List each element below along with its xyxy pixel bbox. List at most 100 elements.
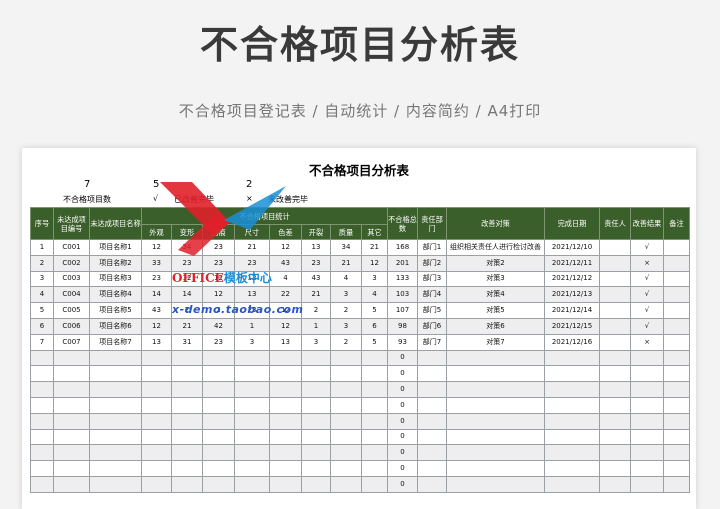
cell-code[interactable] — [53, 365, 90, 383]
cell-owner[interactable] — [599, 239, 631, 256]
cell-owner[interactable] — [599, 381, 631, 398]
cell-defect-count[interactable]: 23 — [141, 270, 172, 288]
cell-defect-count[interactable] — [202, 412, 235, 430]
cell-date[interactable]: 2021/12/15 — [544, 317, 600, 335]
cell-defect-count[interactable]: 23 — [301, 254, 331, 272]
cell-total[interactable]: 0 — [387, 396, 418, 414]
cell-total[interactable]: 168 — [387, 239, 418, 256]
cell-name[interactable]: 项目名称1 — [89, 239, 142, 256]
cell-date[interactable] — [544, 428, 600, 446]
cell-defect-count[interactable] — [301, 412, 331, 430]
cell-code[interactable] — [53, 349, 90, 367]
cell-total[interactable]: 0 — [387, 381, 418, 398]
cell-seq[interactable]: 6 — [30, 317, 54, 335]
cell-defect-count[interactable]: 6 — [361, 317, 388, 335]
cell-code[interactable]: C004 — [53, 286, 90, 304]
cell-owner[interactable] — [599, 333, 631, 351]
cell-defect-count[interactable] — [171, 412, 203, 430]
cell-owner[interactable] — [599, 349, 631, 367]
cell-date[interactable] — [544, 412, 600, 430]
cell-total[interactable]: 0 — [387, 365, 418, 383]
cell-defect-count[interactable] — [301, 349, 331, 367]
cell-defect-count[interactable]: 42 — [202, 317, 235, 335]
cell-measure[interactable]: 对策2 — [446, 254, 545, 272]
cell-dept[interactable] — [417, 365, 447, 383]
cell-total[interactable]: 0 — [387, 412, 418, 430]
cell-note[interactable] — [663, 412, 690, 430]
cell-defect-count[interactable] — [234, 396, 270, 414]
cell-result[interactable]: × — [630, 333, 664, 351]
cell-defect-count[interactable]: 2 — [330, 302, 362, 319]
cell-code[interactable] — [53, 475, 90, 493]
cell-defect-count[interactable]: 13 — [269, 333, 302, 351]
cell-defect-count[interactable]: 13 — [141, 333, 172, 351]
cell-seq[interactable]: 5 — [30, 302, 54, 319]
cell-defect-count[interactable] — [330, 381, 362, 398]
cell-dept[interactable]: 部门2 — [417, 254, 447, 272]
cell-defect-count[interactable]: 4 — [330, 270, 362, 288]
cell-measure[interactable]: 对策3 — [446, 270, 545, 288]
cell-defect-count[interactable]: 12 — [202, 270, 235, 288]
cell-defect-count[interactable]: 23 — [234, 254, 270, 272]
cell-defect-count[interactable] — [301, 460, 331, 477]
cell-result[interactable]: × — [630, 254, 664, 272]
cell-seq[interactable] — [30, 396, 54, 414]
cell-defect-count[interactable] — [301, 365, 331, 383]
cell-seq[interactable] — [30, 460, 54, 477]
cell-code[interactable]: C005 — [53, 302, 90, 319]
cell-defect-count[interactable] — [361, 349, 388, 367]
cell-total[interactable]: 0 — [387, 349, 418, 367]
cell-defect-count[interactable] — [171, 475, 203, 493]
cell-defect-count[interactable]: 12 — [202, 286, 235, 304]
cell-note[interactable] — [663, 302, 690, 319]
cell-measure[interactable] — [446, 381, 545, 398]
cell-date[interactable]: 2021/12/14 — [544, 302, 600, 319]
cell-code[interactable]: C003 — [53, 270, 90, 288]
cell-defect-count[interactable]: 23 — [234, 302, 270, 319]
cell-defect-count[interactable]: 34 — [330, 239, 362, 256]
cell-seq[interactable] — [30, 365, 54, 383]
cell-defect-count[interactable]: 43 — [301, 270, 331, 288]
cell-defect-count[interactable]: 12 — [361, 254, 388, 272]
cell-defect-count[interactable] — [301, 396, 331, 414]
cell-seq[interactable] — [30, 349, 54, 367]
cell-name[interactable]: 项目名称4 — [89, 286, 142, 304]
cell-total[interactable]: 93 — [387, 333, 418, 351]
cell-result[interactable] — [630, 365, 664, 383]
cell-owner[interactable] — [599, 254, 631, 272]
cell-result[interactable] — [630, 412, 664, 430]
cell-result[interactable]: √ — [630, 286, 664, 304]
cell-defect-count[interactable]: 21 — [171, 317, 203, 335]
cell-defect-count[interactable]: 1 — [301, 317, 331, 335]
cell-owner[interactable] — [599, 396, 631, 414]
cell-measure[interactable] — [446, 428, 545, 446]
cell-defect-count[interactable] — [234, 412, 270, 430]
cell-result[interactable]: √ — [630, 302, 664, 319]
cell-defect-count[interactable] — [202, 381, 235, 398]
cell-total[interactable]: 0 — [387, 428, 418, 446]
cell-defect-count[interactable]: 34 — [171, 239, 203, 256]
cell-seq[interactable]: 1 — [30, 239, 54, 256]
cell-defect-count[interactable] — [234, 349, 270, 367]
cell-dept[interactable]: 部门5 — [417, 302, 447, 319]
cell-defect-count[interactable] — [171, 460, 203, 477]
cell-defect-count[interactable]: 5 — [361, 333, 388, 351]
cell-seq[interactable]: 7 — [30, 333, 54, 351]
cell-note[interactable] — [663, 254, 690, 272]
cell-name[interactable] — [89, 460, 142, 477]
cell-defect-count[interactable] — [234, 444, 270, 462]
cell-result[interactable] — [630, 475, 664, 493]
cell-defect-count[interactable] — [269, 460, 302, 477]
cell-note[interactable] — [663, 475, 690, 493]
cell-defect-count[interactable]: 31 — [171, 333, 203, 351]
cell-defect-count[interactable]: 21 — [234, 239, 270, 256]
cell-total[interactable]: 103 — [387, 286, 418, 304]
cell-defect-count[interactable] — [141, 444, 172, 462]
cell-defect-count[interactable]: 12 — [171, 270, 203, 288]
cell-measure[interactable] — [446, 396, 545, 414]
cell-dept[interactable] — [417, 444, 447, 462]
cell-measure[interactable]: 组织相关责任人进行检讨改善 — [446, 239, 545, 256]
cell-defect-count[interactable] — [141, 460, 172, 477]
cell-result[interactable] — [630, 460, 664, 477]
cell-defect-count[interactable] — [141, 381, 172, 398]
